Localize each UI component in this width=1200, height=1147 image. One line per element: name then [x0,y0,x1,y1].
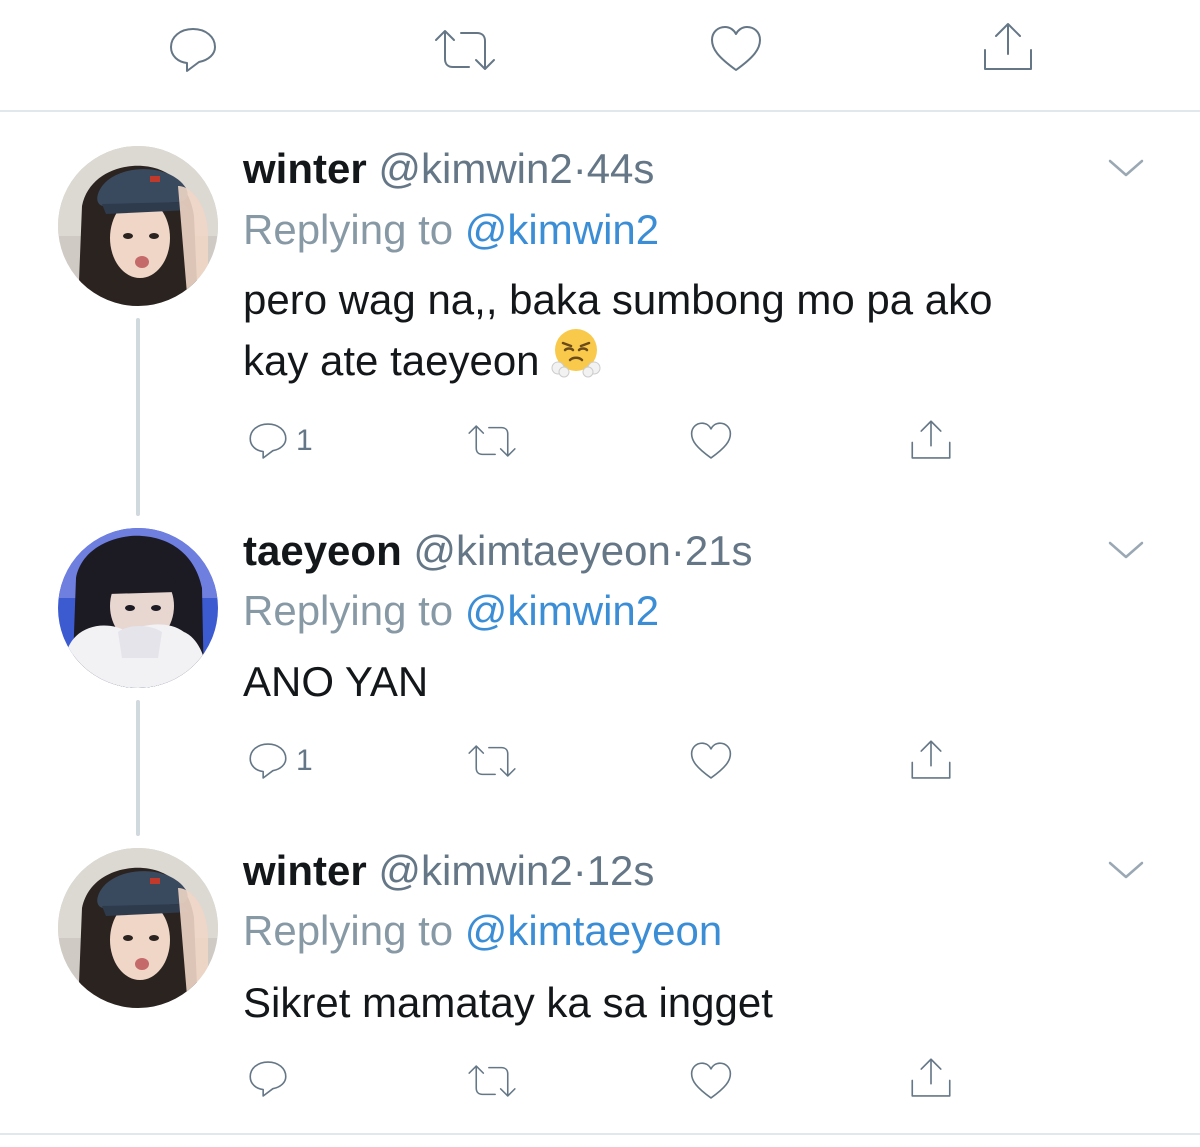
tweet-text: pero wag na,, baka sumbong mo pa ako kay… [243,270,1143,398]
like-button[interactable] [688,740,734,782]
avatar[interactable] [58,848,218,1008]
like-button[interactable] [688,420,734,462]
like-icon [690,1062,732,1099]
replying-to-handle[interactable]: @kimwin2 [465,206,659,253]
tweet-header: taeyeon @kimtaeyeon·21s [243,530,753,572]
avatar[interactable] [58,528,218,688]
retweet-icon [468,425,516,457]
display-name[interactable]: taeyeon [243,527,402,574]
share-icon [984,23,1032,70]
tweet-text-line: kay ate taeyeon [243,337,540,385]
tweet-options-caret[interactable] [1106,156,1146,180]
retweet-icon [435,30,495,70]
retweet-button[interactable] [466,422,518,460]
share-button[interactable] [908,418,954,462]
replying-to-label: Replying to [243,907,454,954]
avatar[interactable] [58,146,218,306]
like-icon [711,26,761,71]
chevron-down-icon [1108,861,1144,879]
separator-dot: · [670,527,685,574]
chevron-down-icon [1108,541,1144,559]
replying-to-label: Replying to [243,206,454,253]
retweet-button[interactable] [466,1062,518,1100]
reply-button[interactable] [246,1058,296,1100]
display-name[interactable]: winter [243,145,367,192]
user-handle[interactable]: @kimtaeyeon [413,527,670,574]
reply-button[interactable]: 1 [246,420,313,462]
tweet-options-caret[interactable] [1106,538,1146,562]
like-icon [690,422,732,459]
timestamp[interactable]: 44s [587,145,655,192]
separator-dot: · [572,145,587,192]
share-icon [911,740,951,779]
thread-line [136,700,140,836]
timestamp[interactable]: 21s [685,527,753,574]
retweet-button[interactable] [466,742,518,780]
like-icon [690,742,732,779]
reply-button[interactable] [166,24,220,76]
tweet-header: winter @kimwin2·12s [243,850,654,892]
retweet-icon [468,1065,516,1097]
retweet-icon [468,745,516,777]
tweet-text-line-2: kay ate taeyeon [243,329,1143,398]
tweet-text-line: Sikret mamatay ka sa ingget [243,979,773,1026]
like-button[interactable] [708,23,764,75]
reply-icon [249,743,287,779]
reply-count: 1 [296,744,313,777]
chevron-down-icon [1108,159,1144,177]
display-name[interactable]: winter [243,847,367,894]
share-button[interactable] [980,20,1036,74]
retweet-button[interactable] [432,26,498,74]
reply-icon [249,1061,287,1097]
share-icon [911,420,951,459]
reply-icon [170,28,216,72]
user-handle[interactable]: @kimwin2 [378,847,572,894]
reply-icon [249,423,287,459]
top-action-bar [0,0,1200,112]
replying-to-line: Replying to @kimwin2 [243,209,659,251]
share-button[interactable] [908,1056,954,1100]
user-handle[interactable]: @kimwin2 [378,145,572,192]
bottom-divider [0,1133,1200,1135]
separator-dot: · [572,847,587,894]
replying-to-line: Replying to @kimwin2 [243,590,659,632]
share-button[interactable] [908,738,954,782]
reply-button[interactable]: 1 [246,740,313,782]
thread-line [136,318,140,516]
replying-to-handle[interactable]: @kimwin2 [465,587,659,634]
timestamp[interactable]: 12s [587,847,655,894]
replying-to-handle[interactable]: @kimtaeyeon [465,907,722,954]
tweet-header: winter @kimwin2·44s [243,148,654,190]
tweet-text: Sikret mamatay ka sa ingget [243,973,1143,1033]
tweet-options-caret[interactable] [1106,858,1146,882]
tweet-text-line: ANO YAN [243,658,429,705]
reply-count: 1 [296,424,313,457]
like-button[interactable] [688,1060,734,1102]
tweet-text-line: pero wag na,, baka sumbong mo pa ako [243,276,993,323]
share-icon [911,1058,951,1097]
tweet-text: ANO YAN [243,652,1143,712]
replying-to-label: Replying to [243,587,454,634]
replying-to-line: Replying to @kimtaeyeon [243,910,722,952]
face-with-steam-from-nose-emoji [550,326,602,394]
